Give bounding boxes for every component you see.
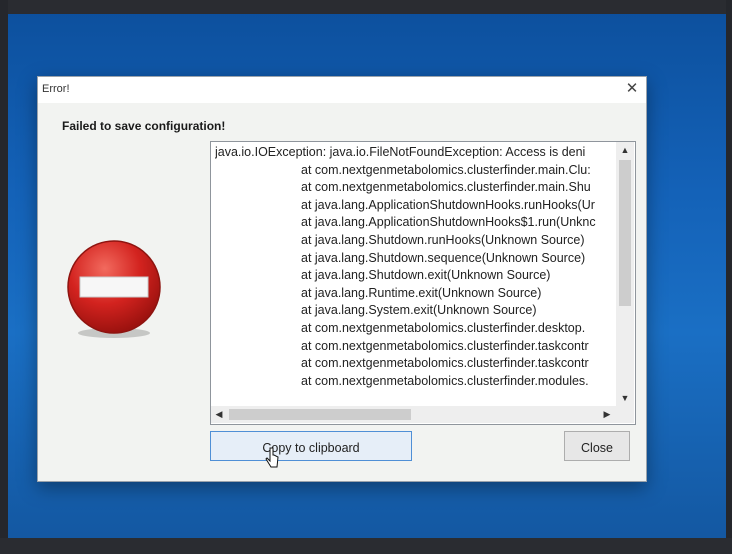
stack-trace-content: java.io.IOException: java.io.FileNotFoun… xyxy=(215,144,611,402)
dialog-title: Error! xyxy=(42,83,70,95)
monitor-bezel-right xyxy=(726,0,732,554)
stack-trace-textarea[interactable]: java.io.IOException: java.io.FileNotFoun… xyxy=(210,141,636,425)
stack-trace-line: at java.lang.Shutdown.runHooks(Unknown S… xyxy=(301,232,585,247)
horizontal-scroll-thumb[interactable] xyxy=(229,409,411,420)
error-headline: Failed to save configuration! xyxy=(62,119,226,133)
dialog-title-bar[interactable]: Error! ✕ xyxy=(38,77,646,103)
stack-trace-line: at java.lang.ApplicationShutdownHooks$1.… xyxy=(301,215,596,230)
stack-trace-line: at com.nextgenmetabolomics.clusterfinder… xyxy=(301,338,589,353)
vertical-scroll-thumb[interactable] xyxy=(619,160,631,306)
scrollbar-corner xyxy=(617,406,634,423)
monitor-bezel-left xyxy=(0,0,8,554)
stop-error-icon xyxy=(67,240,161,338)
vertical-scrollbar[interactable]: ▲ ▼ xyxy=(616,142,634,406)
scroll-down-icon[interactable]: ▼ xyxy=(616,390,634,406)
close-button[interactable]: Close xyxy=(564,431,630,461)
scroll-right-icon[interactable]: ▶ xyxy=(599,406,615,423)
copy-to-clipboard-button[interactable]: Copy to clipboard xyxy=(210,431,412,461)
horizontal-scrollbar[interactable]: ◀ ▶ xyxy=(211,406,617,423)
stack-trace-line: at java.lang.Shutdown.exit(Unknown Sourc… xyxy=(301,268,551,283)
stack-trace-line: at com.nextgenmetabolomics.clusterfinder… xyxy=(301,320,586,335)
stack-trace-line: at java.lang.System.exit(Unknown Source) xyxy=(301,303,537,318)
stack-trace-line: java.io.IOException: java.io.FileNotFoun… xyxy=(215,145,586,159)
stack-trace-line: at com.nextgenmetabolomics.clusterfinder… xyxy=(301,180,591,195)
scroll-left-icon[interactable]: ◀ xyxy=(211,406,227,423)
stack-trace-line: at java.lang.Runtime.exit(Unknown Source… xyxy=(301,285,542,300)
stack-trace-line: at java.lang.ApplicationShutdownHooks.ru… xyxy=(301,197,595,212)
close-icon[interactable]: ✕ xyxy=(622,79,642,99)
stack-trace-line: at java.lang.Shutdown.sequence(Unknown S… xyxy=(301,250,586,265)
mouse-pointer-icon xyxy=(265,447,279,468)
stack-trace-line: at com.nextgenmetabolomics.clusterfinder… xyxy=(301,373,589,388)
stack-trace-line: at com.nextgenmetabolomics.clusterfinder… xyxy=(301,162,591,177)
scroll-up-icon[interactable]: ▲ xyxy=(616,142,634,158)
monitor-bezel-bottom xyxy=(0,538,732,554)
error-dialog: Error! ✕ Failed to save configuration! j… xyxy=(37,76,647,482)
monitor-bezel-top xyxy=(0,0,732,14)
stack-trace-line: at com.nextgenmetabolomics.clusterfinder… xyxy=(301,356,589,371)
